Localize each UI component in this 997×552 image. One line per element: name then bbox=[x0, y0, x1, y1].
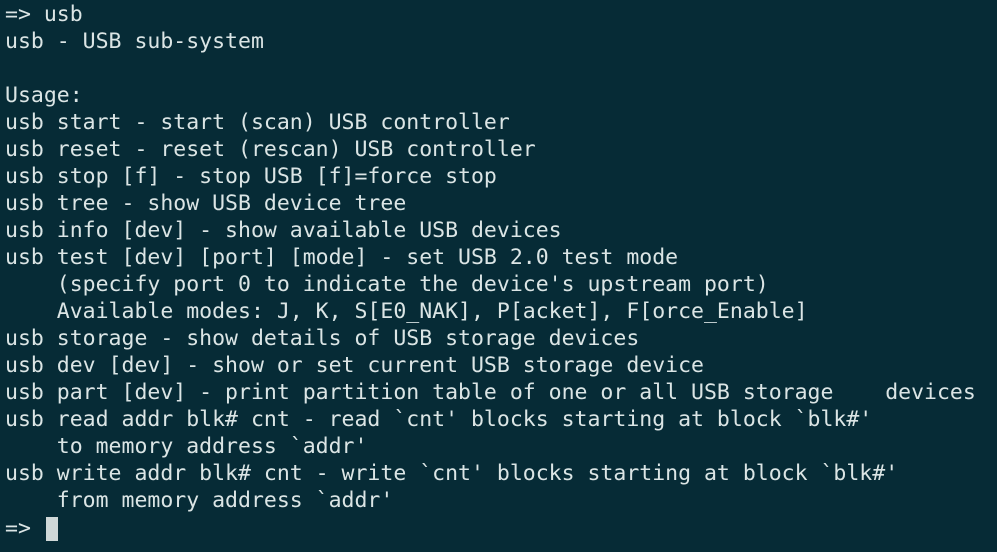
terminal-line: Available modes: J, K, S[E0_NAK], P[acke… bbox=[5, 299, 808, 324]
command-prompt[interactable]: => bbox=[5, 515, 58, 542]
terminal-line: to memory address `addr' bbox=[5, 434, 368, 459]
terminal-line: Usage: bbox=[5, 83, 83, 108]
terminal-line: => usb bbox=[5, 2, 83, 27]
text-cursor[interactable] bbox=[45, 516, 58, 541]
terminal-line: usb start - start (scan) USB controller bbox=[5, 110, 510, 135]
terminal-line: usb read addr blk# cnt - read `cnt' bloc… bbox=[5, 407, 873, 432]
terminal-window[interactable]: => usb usb - USB sub-system Usage: usb s… bbox=[0, 0, 997, 552]
terminal-line: usb storage - show details of USB storag… bbox=[5, 326, 640, 351]
terminal-line: usb test [dev] [port] [mode] - set USB 2… bbox=[5, 245, 679, 270]
terminal-line: (specify port 0 to indicate the device's… bbox=[5, 272, 769, 297]
terminal-output: => usb usb - USB sub-system Usage: usb s… bbox=[5, 1, 997, 514]
terminal-line: usb write addr blk# cnt - write `cnt' bl… bbox=[5, 461, 899, 486]
terminal-line: usb stop [f] - stop USB [f]=force stop bbox=[5, 164, 497, 189]
terminal-line: usb reset - reset (rescan) USB controlle… bbox=[5, 137, 536, 162]
terminal-line: usb dev [dev] - show or set current USB … bbox=[5, 353, 704, 378]
terminal-line: usb part [dev] - print partition table o… bbox=[5, 380, 976, 405]
terminal-line: usb tree - show USB device tree bbox=[5, 191, 407, 216]
terminal-line: usb info [dev] - show available USB devi… bbox=[5, 218, 562, 243]
terminal-line: usb - USB sub-system bbox=[5, 29, 264, 54]
terminal-line: from memory address `addr' bbox=[5, 488, 394, 513]
prompt-symbol: => bbox=[5, 516, 44, 541]
